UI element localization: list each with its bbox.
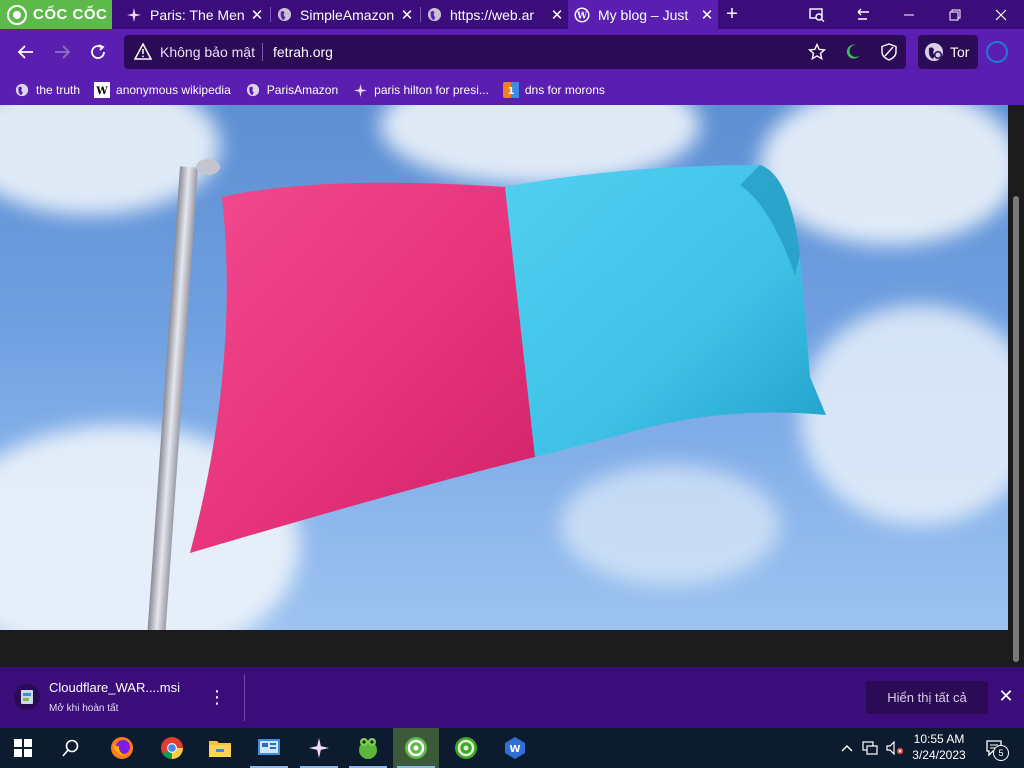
svg-text:W: W bbox=[509, 744, 520, 755]
address-bar[interactable]: Không bảo mật fetrah.org bbox=[124, 35, 906, 69]
tab-search-icon[interactable] bbox=[794, 0, 840, 29]
tab-title: Paris: The Men bbox=[150, 6, 245, 23]
window-controls bbox=[794, 0, 1024, 29]
close-download-bar-icon[interactable]: ✕ bbox=[996, 686, 1016, 708]
wps-icon[interactable]: W bbox=[492, 728, 538, 768]
show-all-downloads-button[interactable]: Hiển thị tất cả bbox=[866, 681, 988, 714]
new-tab-button[interactable]: + bbox=[722, 0, 742, 29]
download-more-options-icon[interactable]: ⋮ bbox=[208, 687, 226, 707]
clock-date: 3/24/2023 bbox=[912, 748, 966, 762]
show-hidden-icons-chevron-icon[interactable] bbox=[838, 728, 856, 768]
sparkle-icon bbox=[352, 82, 368, 98]
coccoc-green-icon[interactable] bbox=[443, 728, 489, 768]
restore-window-icon[interactable] bbox=[932, 0, 978, 29]
bookmark-paris-hilton[interactable]: paris hilton for presi... bbox=[352, 82, 489, 98]
network-icon[interactable] bbox=[860, 728, 880, 768]
dark-mode-moon-icon[interactable] bbox=[844, 43, 862, 61]
tab-paris[interactable]: Paris: The Men ✕ bbox=[120, 0, 268, 29]
firefox-icon[interactable] bbox=[99, 728, 145, 768]
tab-strip: CỐC CỐC Paris: The Men ✕ SimpleAmazon ✕ … bbox=[0, 0, 1024, 29]
security-status-label[interactable]: Không bảo mật bbox=[160, 44, 255, 60]
volume-muted-icon[interactable] bbox=[884, 728, 906, 768]
tab-close-icon[interactable]: ✕ bbox=[546, 6, 568, 24]
download-status: Mở khi hoàn tất bbox=[49, 703, 119, 714]
wikipedia-icon: W bbox=[94, 82, 111, 98]
tor-button[interactable]: Tor bbox=[918, 35, 978, 69]
restore-tabs-icon[interactable] bbox=[840, 0, 886, 29]
bookmark-dns-for-morons[interactable]: 1 dns for morons bbox=[502, 82, 605, 98]
bookmark-label: anonymous wikipedia bbox=[116, 83, 231, 97]
search-icon[interactable] bbox=[48, 728, 94, 768]
minimize-icon[interactable] bbox=[886, 0, 932, 29]
bookmarks-bar: the truth W anonymous wikipedia ParisAma… bbox=[0, 75, 1024, 105]
brand-label: CỐC CỐC bbox=[33, 6, 108, 23]
back-arrow-icon bbox=[17, 45, 33, 59]
flagpole bbox=[147, 166, 198, 630]
reload-button[interactable] bbox=[84, 38, 112, 66]
svg-text:1: 1 bbox=[507, 86, 514, 97]
bookmark-star-icon[interactable] bbox=[808, 43, 826, 61]
sparkle-icon bbox=[126, 7, 142, 23]
tab-close-icon[interactable]: ✕ bbox=[246, 6, 268, 24]
profile-avatar[interactable] bbox=[986, 41, 1008, 63]
installer-file-icon[interactable] bbox=[14, 684, 40, 710]
frog-app-icon[interactable] bbox=[345, 728, 391, 768]
control-panel-icon[interactable] bbox=[246, 728, 292, 768]
cloudflare-dns-icon: 1 bbox=[502, 82, 519, 98]
notification-center-icon[interactable]: 5 bbox=[980, 728, 1010, 768]
warning-icon[interactable] bbox=[133, 42, 153, 65]
windows-start-icon[interactable] bbox=[0, 728, 46, 768]
flag-illustration bbox=[147, 159, 826, 630]
globe-icon bbox=[245, 82, 261, 98]
coccoc-logo-icon bbox=[7, 4, 27, 25]
bookmark-parisamazon[interactable]: ParisAmazon bbox=[245, 82, 338, 98]
adblock-shield-icon[interactable] bbox=[880, 43, 898, 61]
tab-title: SimpleAmazon bbox=[300, 6, 395, 23]
url-text[interactable]: fetrah.org bbox=[273, 44, 333, 60]
tab-webarchive[interactable]: https://web.ar ✕ bbox=[420, 0, 568, 29]
sparkle-app-icon[interactable] bbox=[296, 728, 342, 768]
globe-icon bbox=[14, 82, 30, 98]
coccoc-taskbar-icon[interactable] bbox=[393, 728, 439, 768]
forward-button[interactable] bbox=[48, 38, 76, 66]
tab-close-icon[interactable]: ✕ bbox=[396, 6, 418, 24]
tab-close-icon[interactable]: ✕ bbox=[696, 6, 718, 24]
navigation-toolbar: Không bảo mật fetrah.org Tor bbox=[0, 29, 1024, 75]
page-background bbox=[0, 630, 1008, 667]
download-divider bbox=[244, 674, 245, 721]
bookmark-label: ParisAmazon bbox=[266, 83, 339, 97]
tab-title: My blog – Just bbox=[598, 6, 689, 23]
svg-text:W: W bbox=[95, 86, 108, 97]
bookmark-anonymous-wikipedia[interactable]: W anonymous wikipedia bbox=[94, 82, 231, 98]
bookmark-label: the truth bbox=[36, 83, 81, 97]
chrome-icon[interactable] bbox=[149, 728, 195, 768]
file-explorer-icon[interactable] bbox=[197, 728, 243, 768]
bookmark-the-truth[interactable]: the truth bbox=[14, 82, 80, 98]
tab-title: https://web.ar bbox=[450, 6, 535, 23]
svg-text:W: W bbox=[576, 11, 588, 21]
wordpress-icon: W bbox=[574, 7, 590, 23]
back-button[interactable] bbox=[12, 38, 40, 66]
forward-arrow-icon bbox=[55, 45, 71, 59]
globe-icon bbox=[276, 7, 292, 23]
notification-count-badge: 5 bbox=[993, 745, 1009, 761]
bookmark-label: dns for morons bbox=[524, 83, 605, 97]
bookmark-label: paris hilton for presi... bbox=[374, 83, 489, 97]
taskbar-clock[interactable]: 10:55 AM 3/24/2023 bbox=[908, 731, 970, 763]
flag-pink-stripe bbox=[190, 182, 535, 553]
blog-header-image bbox=[0, 105, 1008, 630]
omnibox-divider bbox=[262, 43, 263, 61]
tor-label: Tor bbox=[950, 44, 970, 60]
tab-simpleamazon[interactable]: SimpleAmazon ✕ bbox=[270, 0, 418, 29]
coccoc-menu-button[interactable]: CỐC CỐC bbox=[0, 0, 112, 29]
flagpole-finial bbox=[196, 159, 220, 175]
scrollbar-thumb[interactable] bbox=[1013, 196, 1019, 662]
globe-icon bbox=[426, 7, 442, 23]
close-window-icon[interactable] bbox=[978, 0, 1024, 29]
download-filename[interactable]: Cloudflare_WAR....msi bbox=[49, 680, 180, 695]
tab-my-blog[interactable]: W My blog – Just ✕ bbox=[568, 0, 718, 29]
reload-icon bbox=[91, 44, 105, 59]
clock-time: 10:55 AM bbox=[913, 732, 965, 746]
tor-globe-icon bbox=[924, 42, 944, 62]
